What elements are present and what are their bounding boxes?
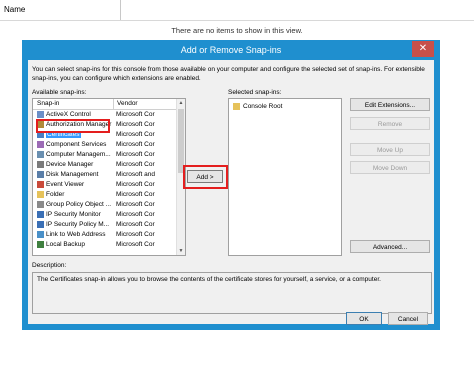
add-button-highlight-box [183, 165, 228, 189]
link-icon [37, 231, 44, 238]
snapin-name: ActiveX Control [46, 111, 114, 118]
vendor-column-header[interactable]: Vendor [117, 100, 138, 107]
snapin-name-text: Device Manager [46, 161, 94, 168]
component-services-icon [37, 141, 44, 148]
snapin-vendor: Microsoft Cor [116, 231, 155, 238]
snapin-row[interactable]: Device Manager Microsoft Cor [33, 160, 177, 170]
snapin-name-text: IP Security Policy M... [46, 221, 110, 228]
description-box: The Certificates snap-in allows you to b… [32, 272, 432, 314]
snapin-vendor: Microsoft Cor [116, 211, 155, 218]
snapin-name-text: Local Backup [46, 241, 86, 248]
snapin-row[interactable]: Local Backup Microsoft Cor [33, 240, 177, 250]
move-up-button[interactable]: Move Up [350, 143, 430, 156]
dialog-title: Add or Remove Snap-ins [180, 45, 282, 55]
snapin-name: Group Policy Object ... [46, 201, 114, 208]
activex-icon [37, 111, 44, 118]
intro-text: You can select snap-ins for this console… [32, 66, 425, 82]
snapin-row[interactable]: Disk Management Microsoft and [33, 170, 177, 180]
close-icon[interactable]: ✕ [412, 41, 434, 57]
snapin-row[interactable]: IP Security Policy M... Microsoft Cor [33, 220, 177, 230]
snapin-name-text: Link to Web Address [46, 231, 106, 238]
folder-icon [37, 191, 44, 198]
snapin-row[interactable]: Link to Web Address Microsoft Cor [33, 230, 177, 240]
snapin-vendor: Microsoft Cor [116, 191, 155, 198]
snapin-name-text: Folder [46, 191, 65, 198]
scroll-up-icon[interactable]: ▲ [177, 99, 185, 107]
snapin-vendor: Microsoft Cor [116, 151, 155, 158]
folder-icon [233, 103, 240, 110]
selected-snapins-list[interactable]: Console Root [228, 98, 342, 256]
snapin-vendor: Microsoft Cor [116, 121, 155, 128]
snapin-name: Disk Management [46, 171, 114, 178]
snapin-name: Event Viewer [46, 181, 114, 188]
snapin-vendor: Microsoft Cor [116, 131, 155, 138]
snapin-name-text: ActiveX Control [46, 111, 91, 118]
snapin-row[interactable]: Component Services Microsoft Cor [33, 140, 177, 150]
snapin-vendor: Microsoft Cor [116, 181, 155, 188]
snapin-vendor: Microsoft Cor [116, 161, 155, 168]
selected-snapin-name: Console Root [243, 103, 283, 110]
snapin-name: Component Services [46, 141, 114, 148]
edit-extensions-button[interactable]: Edit Extensions... [350, 98, 430, 111]
snapin-row[interactable]: Event Viewer Microsoft Cor [33, 180, 177, 190]
snapin-vendor: Microsoft and [116, 171, 156, 178]
snapin-name: Local Backup [46, 241, 114, 248]
snapin-column-header[interactable]: Snap-in [37, 100, 59, 107]
device-manager-icon [37, 161, 44, 168]
snapin-vendor: Microsoft Cor [116, 241, 155, 248]
local-backup-icon [37, 241, 44, 248]
column-separator[interactable] [113, 99, 114, 109]
header-divider [0, 20, 474, 21]
selected-snapin-row[interactable]: Console Root [229, 102, 341, 112]
snapin-name: IP Security Monitor [46, 211, 114, 218]
snapin-name: IP Security Policy M... [46, 221, 114, 228]
move-down-button[interactable]: Move Down [350, 161, 430, 174]
certificates-highlight-box [36, 119, 110, 133]
snapin-name: Computer Managem... [46, 151, 114, 158]
scroll-down-icon[interactable]: ▼ [177, 247, 185, 255]
ok-button[interactable]: OK [346, 312, 382, 325]
ip-security-policy-icon [37, 221, 44, 228]
snapin-name-text: Computer Managem... [46, 151, 111, 158]
column-separator[interactable] [120, 0, 121, 20]
dialog-client-area: You can select snap-ins for this console… [28, 60, 434, 325]
snapin-name-text: IP Security Monitor [46, 211, 101, 218]
snapin-name-text: Disk Management [46, 171, 99, 178]
description-label: Description: [32, 262, 67, 269]
snapin-row[interactable]: Computer Managem... Microsoft Cor [33, 150, 177, 160]
name-column-header[interactable]: Name [4, 5, 25, 14]
empty-view-message: There are no items to show in this view. [171, 26, 303, 35]
event-viewer-icon [37, 181, 44, 188]
snapin-name: Folder [46, 191, 114, 198]
selected-snapins-label: Selected snap-ins: [228, 89, 282, 96]
snapin-vendor: Microsoft Cor [116, 111, 155, 118]
dialog-titlebar: Add or Remove Snap-ins ✕ [22, 40, 440, 60]
console-list-header: Name [0, 0, 474, 22]
available-list-header: Snap-in Vendor [33, 99, 177, 110]
snapin-name-text: Component Services [46, 141, 107, 148]
snapin-vendor: Microsoft Cor [116, 141, 155, 148]
group-policy-icon [37, 201, 44, 208]
description-text: The Certificates snap-in allows you to b… [37, 276, 381, 283]
advanced-button[interactable]: Advanced... [350, 240, 430, 253]
snapin-name: Link to Web Address [46, 231, 114, 238]
remove-button[interactable]: Remove [350, 117, 430, 130]
snapin-vendor: Microsoft Cor [116, 201, 155, 208]
snapin-name-text: Group Policy Object ... [46, 201, 112, 208]
add-remove-snapins-dialog: Add or Remove Snap-ins ✕ You can select … [22, 40, 440, 330]
snapin-name: Device Manager [46, 161, 114, 168]
computer-management-icon [37, 151, 44, 158]
snapin-name-text: Event Viewer [46, 181, 85, 188]
snapin-row[interactable]: Folder Microsoft Cor [33, 190, 177, 200]
ip-security-monitor-icon [37, 211, 44, 218]
snapin-vendor: Microsoft Cor [116, 221, 155, 228]
available-snapins-label: Available snap-ins: [32, 89, 87, 96]
snapin-row[interactable]: IP Security Monitor Microsoft Cor [33, 210, 177, 220]
scroll-thumb[interactable] [178, 109, 184, 173]
snapin-row[interactable]: Group Policy Object ... Microsoft Cor [33, 200, 177, 210]
cancel-button[interactable]: Cancel [388, 312, 428, 325]
disk-management-icon [37, 171, 44, 178]
